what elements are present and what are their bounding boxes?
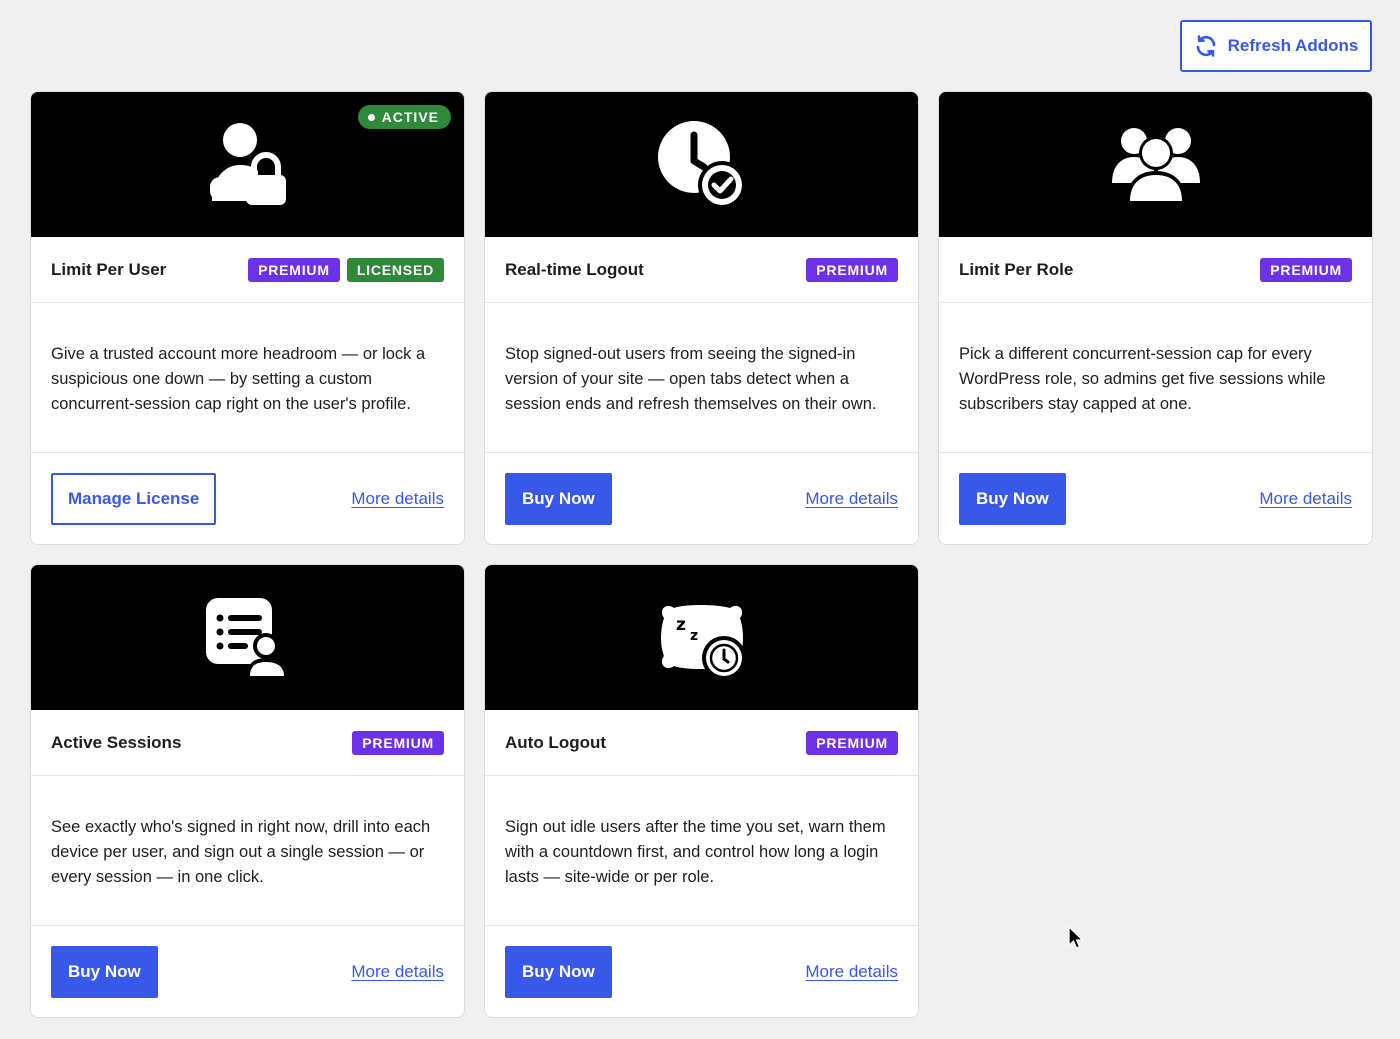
card-title: Auto Logout bbox=[505, 732, 607, 752]
sleep-clock-icon: z z bbox=[660, 604, 746, 680]
card-header: Limit Per Role PREMIUM bbox=[939, 237, 1372, 303]
more-details-link[interactable]: More details bbox=[805, 962, 898, 982]
card-title: Active Sessions bbox=[51, 732, 182, 752]
svg-text:z: z bbox=[690, 628, 698, 644]
addon-card-active-sessions: Active Sessions PREMIUM See exactly who'… bbox=[30, 564, 465, 1018]
card-header: Auto Logout PREMIUM bbox=[485, 710, 918, 776]
premium-tag: PREMIUM bbox=[1260, 257, 1352, 282]
card-description: Stop signed-out users from seeing the si… bbox=[485, 303, 918, 453]
addon-banner: ACTIVE bbox=[31, 92, 464, 237]
addon-banner bbox=[31, 565, 464, 710]
more-details-link[interactable]: More details bbox=[351, 962, 444, 982]
card-title: Real-time Logout bbox=[505, 259, 644, 279]
licensed-tag: LICENSED bbox=[346, 257, 444, 282]
user-lock-icon bbox=[209, 122, 286, 205]
tag-list: PREMIUM LICENSED bbox=[248, 257, 444, 282]
mouse-cursor-icon bbox=[1068, 926, 1084, 949]
addon-card-real-time-logout: Real-time Logout PREMIUM Stop signed-out… bbox=[484, 91, 919, 545]
more-details-link[interactable]: More details bbox=[1259, 489, 1352, 509]
addon-card-auto-logout: z z Auto Logout PREMIUM Sign out idle us… bbox=[484, 564, 919, 1018]
addon-banner: z z bbox=[485, 565, 918, 710]
card-footer: Buy Now More details bbox=[485, 453, 918, 544]
active-badge-label: ACTIVE bbox=[381, 109, 439, 125]
session-list-icon bbox=[205, 597, 288, 678]
refresh-addons-button[interactable]: Refresh Addons bbox=[1180, 20, 1372, 72]
premium-tag: PREMIUM bbox=[806, 257, 898, 282]
card-description: Pick a different concurrent-session cap … bbox=[939, 303, 1372, 453]
premium-tag: PREMIUM bbox=[806, 730, 898, 755]
tag-list: PREMIUM bbox=[352, 730, 444, 755]
addon-banner bbox=[939, 92, 1372, 237]
tag-list: PREMIUM bbox=[806, 730, 898, 755]
tag-list: PREMIUM bbox=[1260, 257, 1352, 282]
card-header: Active Sessions PREMIUM bbox=[31, 710, 464, 776]
addon-card-limit-per-user: ACTIVE Limit Per User PREMIUM LICENSED G… bbox=[30, 91, 465, 545]
card-title: Limit Per Role bbox=[959, 259, 1074, 279]
status-dot-icon bbox=[367, 113, 375, 121]
premium-tag: PREMIUM bbox=[248, 257, 340, 282]
refresh-icon bbox=[1196, 35, 1215, 57]
card-title: Limit Per User bbox=[51, 259, 167, 279]
users-group-icon bbox=[1111, 127, 1200, 203]
addon-card-limit-per-role: Limit Per Role PREMIUM Pick a different … bbox=[938, 91, 1373, 545]
card-header: Limit Per User PREMIUM LICENSED bbox=[31, 237, 464, 303]
card-footer: Buy Now More details bbox=[31, 926, 464, 1017]
clock-check-icon bbox=[657, 120, 746, 209]
active-status-badge: ACTIVE bbox=[357, 105, 451, 129]
addon-banner bbox=[485, 92, 918, 237]
card-description: Give a trusted account more headroom — o… bbox=[31, 303, 464, 453]
more-details-link[interactable]: More details bbox=[805, 489, 898, 509]
card-description: See exactly who's signed in right now, d… bbox=[31, 776, 464, 926]
more-details-link[interactable]: More details bbox=[351, 489, 444, 509]
addons-grid: ACTIVE Limit Per User PREMIUM LICENSED G… bbox=[30, 91, 1373, 1018]
buy-now-button[interactable]: Buy Now bbox=[51, 945, 158, 998]
card-footer: Buy Now More details bbox=[939, 453, 1372, 544]
svg-text:z: z bbox=[676, 615, 686, 635]
refresh-addons-label: Refresh Addons bbox=[1227, 36, 1359, 55]
buy-now-button[interactable]: Buy Now bbox=[505, 472, 612, 525]
manage-license-button[interactable]: Manage License bbox=[51, 472, 217, 525]
card-header: Real-time Logout PREMIUM bbox=[485, 237, 918, 303]
card-footer: Buy Now More details bbox=[485, 926, 918, 1017]
buy-now-button[interactable]: Buy Now bbox=[505, 945, 612, 998]
card-description: Sign out idle users after the time you s… bbox=[485, 776, 918, 926]
card-footer: Manage License More details bbox=[31, 453, 464, 544]
buy-now-button[interactable]: Buy Now bbox=[959, 472, 1066, 525]
premium-tag: PREMIUM bbox=[352, 730, 444, 755]
tag-list: PREMIUM bbox=[806, 257, 898, 282]
